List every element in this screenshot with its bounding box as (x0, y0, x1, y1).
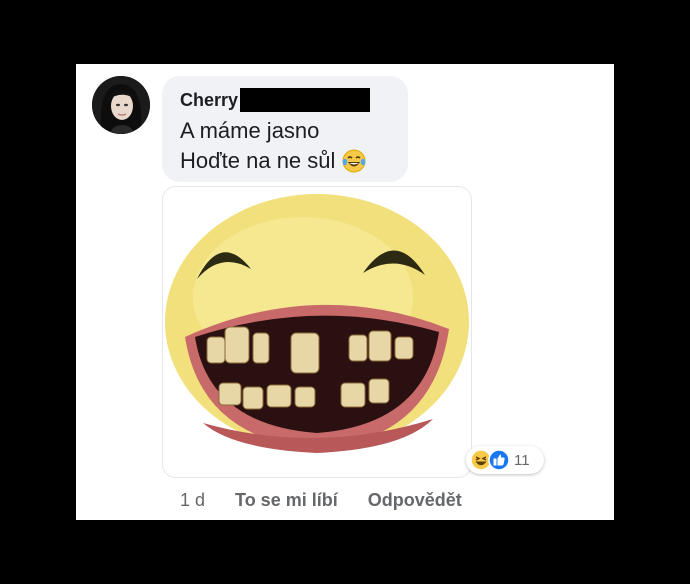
attached-image[interactable] (162, 186, 472, 478)
comment-actions: 1 d To se mi líbí Odpovědět (180, 490, 462, 511)
reaction-count: 11 (514, 451, 530, 469)
like-reaction-icon (488, 449, 510, 471)
comment-text-line-2: Hoďte na ne sůl (180, 148, 336, 173)
comment-text-line-1: A máme jasno (180, 118, 320, 143)
comment-bubble: Cherry A máme jasno Hoďte na ne sůl (162, 76, 408, 182)
comment-timestamp[interactable]: 1 d (180, 490, 205, 511)
avatar[interactable] (92, 76, 150, 134)
comment-text-line-2-row: Hoďte na ne sůl (180, 148, 367, 174)
redaction-bar (240, 88, 371, 112)
comment-author[interactable]: Cherry (180, 90, 238, 111)
reactions-summary[interactable]: 11 (466, 446, 544, 474)
like-button[interactable]: To se mi líbí (235, 490, 338, 511)
laughing-tears-emoji-icon (342, 149, 366, 173)
reply-button[interactable]: Odpovědět (368, 490, 462, 511)
